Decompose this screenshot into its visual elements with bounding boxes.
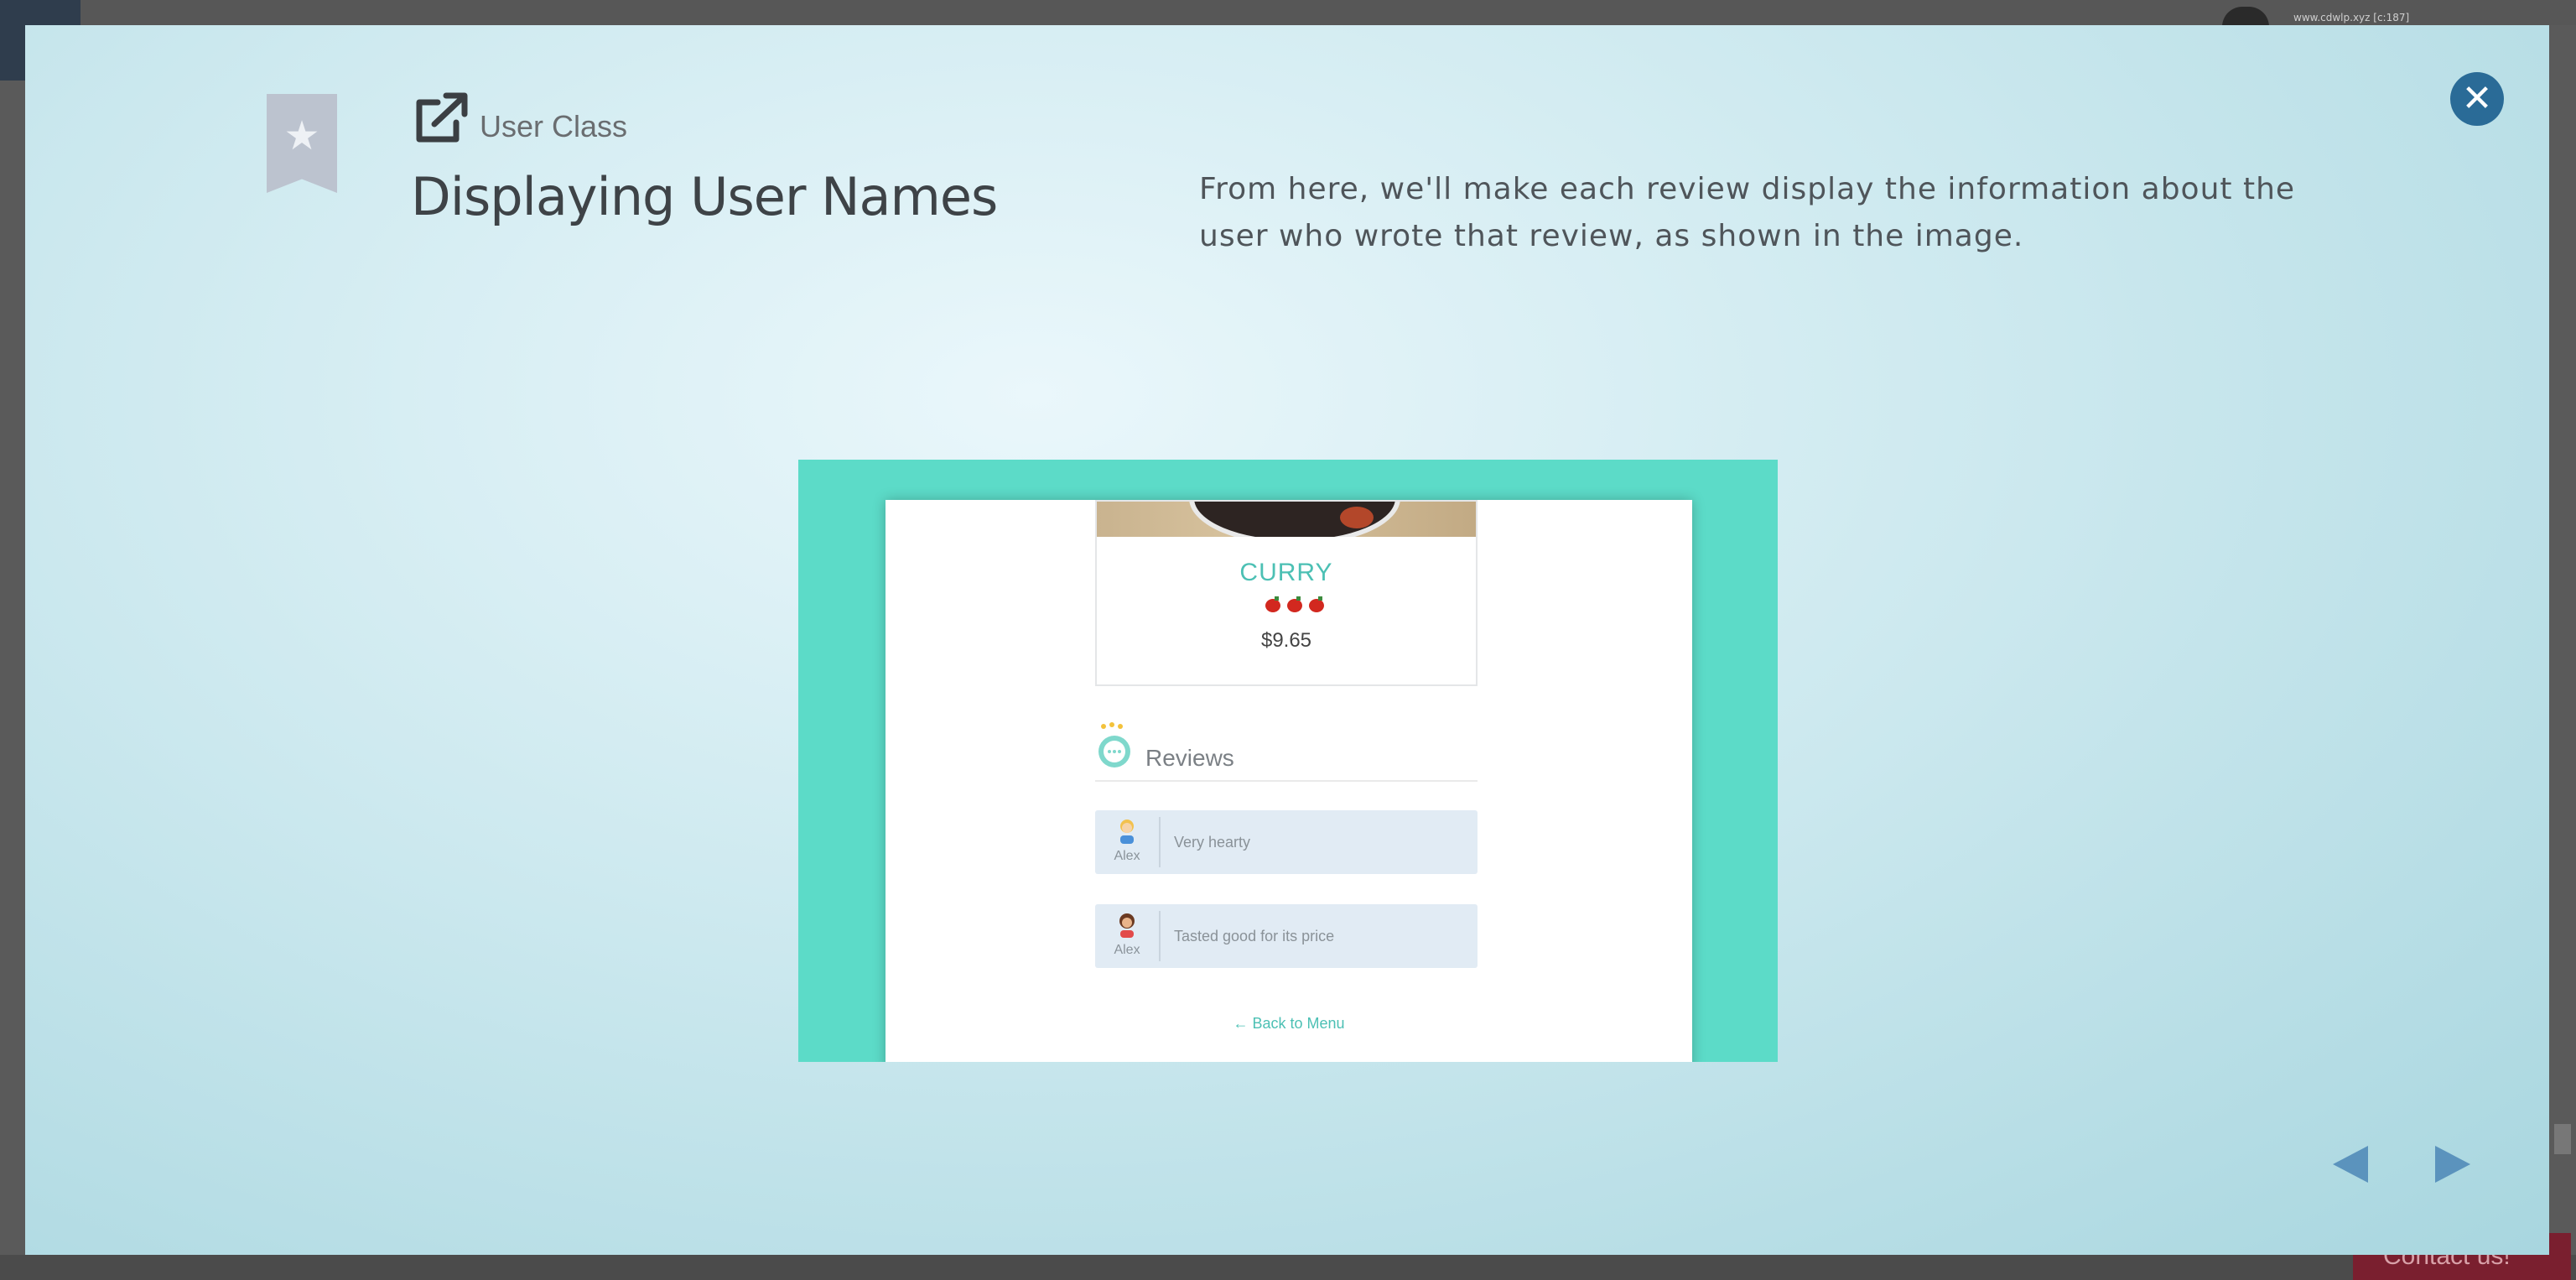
lesson-description: From here, we'll make each review displa… bbox=[1199, 172, 2296, 253]
background-url-text: www.cdwlp.xyz [c:187] bbox=[2293, 12, 2410, 23]
reviews-header: Reviews bbox=[1095, 721, 1478, 782]
bookmark-button[interactable]: ★ bbox=[267, 94, 337, 193]
review-user: Alex bbox=[1095, 817, 1161, 867]
review-text: Tasted good for its price bbox=[1174, 928, 1335, 944]
close-button[interactable]: ✕ bbox=[2450, 72, 2504, 126]
star-icon: ★ bbox=[283, 112, 320, 159]
lesson-category: User Class bbox=[480, 109, 628, 143]
back-to-menu-link: ← Back to Menu bbox=[1233, 1015, 1345, 1032]
review-user-name: Alex bbox=[1114, 849, 1140, 863]
chili-pepper-icon bbox=[1265, 596, 1324, 612]
next-slide-button[interactable] bbox=[2428, 1141, 2475, 1188]
review-item: Alex Tasted good for its price bbox=[1095, 904, 1478, 968]
close-icon: ✕ bbox=[2461, 77, 2493, 120]
lesson-modal: ★ User Class Displaying User Names From … bbox=[25, 25, 2549, 1255]
prev-slide-button[interactable] bbox=[2328, 1141, 2375, 1188]
triangle-right-icon bbox=[2435, 1146, 2470, 1183]
dish-photo bbox=[1097, 502, 1476, 537]
review-user: Alex bbox=[1095, 911, 1161, 961]
review-item: Alex Very hearty bbox=[1095, 810, 1478, 874]
background-bottom-bar bbox=[0, 1255, 2576, 1280]
external-link-icon[interactable] bbox=[413, 91, 471, 144]
speech-bubble-icon bbox=[1098, 722, 1130, 767]
triangle-left-icon bbox=[2333, 1146, 2368, 1183]
dish-price: $9.65 bbox=[1260, 629, 1312, 652]
user-avatar-blonde-icon bbox=[1120, 820, 1134, 844]
review-user-name: Alex bbox=[1114, 943, 1140, 957]
dish-name: CURRY bbox=[1239, 559, 1333, 586]
background-scrollbar[interactable] bbox=[2554, 1124, 2571, 1154]
review-text: Very hearty bbox=[1174, 834, 1251, 851]
slide-image: CURRY $9.65 Reviews Alex Very hearty Ale… bbox=[798, 460, 1778, 1062]
reviews-title: Reviews bbox=[1145, 745, 1234, 771]
lesson-title: Displaying User Names bbox=[411, 166, 998, 227]
dish-card: CURRY $9.65 bbox=[1095, 500, 1478, 686]
user-avatar-brunette-icon bbox=[1119, 913, 1135, 938]
app-screenshot-page: CURRY $9.65 Reviews Alex Very hearty Ale… bbox=[886, 500, 1692, 1062]
background-top-bar bbox=[0, 0, 2576, 25]
